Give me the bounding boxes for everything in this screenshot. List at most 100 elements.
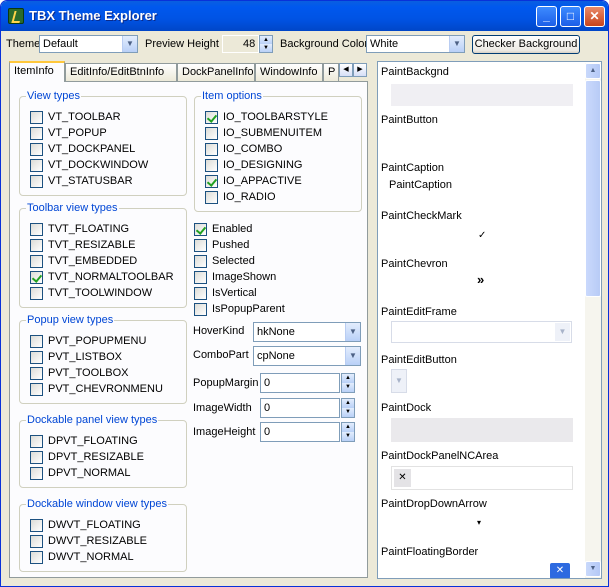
tab-windowinfo[interactable]: WindowInfo [255, 63, 323, 81]
spin-down-icon[interactable]: ▼ [342, 432, 354, 441]
combo-part-label: ComboPart [193, 349, 249, 361]
theme-select[interactable]: Default ▼ [39, 35, 138, 53]
image-height-value: 0 [264, 426, 271, 438]
maximize-button[interactable]: □ [560, 6, 581, 27]
checkbox-label: TVT_EMBEDDED [48, 255, 138, 267]
preview-dock-sample [391, 418, 573, 442]
checkbox-label: IsVertical [212, 287, 257, 299]
popup-margin-input[interactable]: 0 [260, 373, 340, 393]
vertical-scrollbar[interactable]: ▲ ▼ [585, 63, 601, 578]
preview-editframe-sample: ▼ [391, 321, 572, 343]
checkbox-box[interactable] [205, 175, 218, 188]
preview-label: PaintBackgnd [381, 66, 449, 78]
checkbox-box[interactable] [30, 467, 43, 480]
scroll-down-icon[interactable]: ▼ [585, 561, 601, 577]
spin-up-icon[interactable]: ▲ [342, 423, 354, 432]
checkbox-box[interactable] [30, 239, 43, 252]
main-window: TBX Theme Explorer _ □ ✕ Theme Default ▼… [0, 0, 609, 587]
checker-background-button[interactable]: Checker Background [472, 35, 580, 54]
spin-down-icon[interactable]: ▼ [260, 44, 272, 52]
checkbox-box[interactable] [194, 271, 207, 284]
checkbox-box[interactable] [30, 127, 43, 140]
checkbox-box[interactable] [30, 255, 43, 268]
checkbox-box[interactable] [194, 239, 207, 252]
chevron-down-icon[interactable]: ▼ [122, 36, 137, 52]
chevron-down-icon[interactable]: ▼ [345, 323, 360, 341]
dock-window-view-types-group: Dockable window view types DWVT_FLOATING… [19, 498, 187, 572]
popup-margin-label: PopupMargin [193, 377, 259, 389]
tab-prev-icon[interactable]: ◀ [339, 63, 353, 77]
tab-strip: ItemInfo EditInfo/EditBtnInfo DockPanelI… [9, 61, 369, 82]
checkbox-label: IO_APPACTIVE [223, 175, 302, 187]
checkbox-box[interactable] [205, 159, 218, 172]
checkbox-box[interactable] [30, 111, 43, 124]
title-bar[interactable]: TBX Theme Explorer _ □ ✕ [1, 1, 608, 31]
spin-down-icon[interactable]: ▼ [342, 408, 354, 417]
checkbox-box[interactable] [30, 271, 43, 284]
spin-down-icon[interactable]: ▼ [342, 383, 354, 392]
hover-kind-select[interactable]: hkNone ▼ [253, 322, 361, 342]
scroll-thumb[interactable] [585, 80, 601, 297]
checkbox-box[interactable] [194, 303, 207, 316]
popup-view-types-group: Popup view types PVT_POPUPMENU PVT_LISTB… [19, 314, 187, 404]
image-width-input[interactable]: 0 [260, 398, 340, 418]
chevron-down-icon[interactable]: ▼ [449, 36, 464, 52]
checkbox-box[interactable] [30, 159, 43, 172]
window-title: TBX Theme Explorer [29, 8, 157, 23]
checkbox-box[interactable] [30, 435, 43, 448]
tab-dockpanelinfo[interactable]: DockPanelInfo [177, 63, 255, 81]
checkbox-box[interactable] [30, 451, 43, 464]
image-height-stepper[interactable]: ▲ ▼ [341, 422, 355, 442]
close-icon: ✕ [394, 469, 411, 487]
close-button[interactable]: ✕ [584, 6, 605, 27]
checkbox-box[interactable] [194, 255, 207, 268]
iteminfo-panel: View types VT_TOOLBAR VT_POPUP VT_DOCKPA… [9, 81, 368, 578]
spin-up-icon[interactable]: ▲ [342, 399, 354, 408]
checkbox-box[interactable] [30, 519, 43, 532]
checkbox-box[interactable] [205, 127, 218, 140]
chevron-icon: » [477, 272, 485, 287]
checkbox-label: IO_DESIGNING [223, 159, 303, 171]
image-height-input[interactable]: 0 [260, 422, 340, 442]
checkbox-box[interactable] [30, 535, 43, 548]
checkbox-box[interactable] [30, 175, 43, 188]
preview-height-input[interactable]: 48 [222, 35, 259, 53]
tab-next-icon[interactable]: ▶ [353, 63, 367, 77]
tab-iteminfo[interactable]: ItemInfo [9, 61, 65, 82]
checkbox-box[interactable] [30, 287, 43, 300]
image-height-label: ImageHeight [193, 426, 256, 438]
checkbox-box[interactable] [205, 111, 218, 124]
checkbox-box[interactable] [30, 551, 43, 564]
image-width-value: 0 [264, 402, 271, 414]
options-toolbar: Theme Default ▼ Preview Height 48 ▲ ▼ Ba… [1, 32, 608, 56]
checkbox-box[interactable] [30, 383, 43, 396]
background-color-select[interactable]: White ▼ [366, 35, 465, 53]
popup-margin-stepper[interactable]: ▲ ▼ [341, 373, 355, 393]
checkbox-box[interactable] [30, 335, 43, 348]
checkbox-label: DPVT_FLOATING [48, 435, 138, 447]
preview-label: PaintDock [381, 402, 432, 414]
image-width-stepper[interactable]: ▲ ▼ [341, 398, 355, 418]
tab-overflow[interactable]: P [323, 63, 339, 81]
checkbox-box[interactable] [205, 143, 218, 156]
combo-part-select[interactable]: cpNone ▼ [253, 346, 361, 366]
app-icon [8, 8, 24, 24]
checkbox-box[interactable] [30, 143, 43, 156]
preview-label: PaintButton [381, 114, 438, 126]
checkbox-box[interactable] [30, 351, 43, 364]
chevron-down-icon[interactable]: ▼ [345, 347, 360, 365]
checkbox-box[interactable] [194, 223, 207, 236]
scroll-up-icon[interactable]: ▲ [585, 63, 601, 79]
checkbox-box[interactable] [30, 223, 43, 236]
tab-editinfo[interactable]: EditInfo/EditBtnInfo [65, 63, 177, 81]
paint-preview-list[interactable]: PaintBackgnd PaintButton PaintCaption Pa… [377, 61, 602, 579]
checkbox-box[interactable] [205, 191, 218, 204]
checkbox-box[interactable] [194, 287, 207, 300]
checkbox-label: VT_STATUSBAR [48, 175, 133, 187]
spin-up-icon[interactable]: ▲ [260, 36, 272, 44]
checkbox-label: TVT_TOOLWINDOW [48, 287, 153, 299]
preview-height-stepper[interactable]: ▲ ▼ [259, 35, 273, 53]
checkbox-box[interactable] [30, 367, 43, 380]
spin-up-icon[interactable]: ▲ [342, 374, 354, 383]
minimize-button[interactable]: _ [536, 6, 557, 27]
